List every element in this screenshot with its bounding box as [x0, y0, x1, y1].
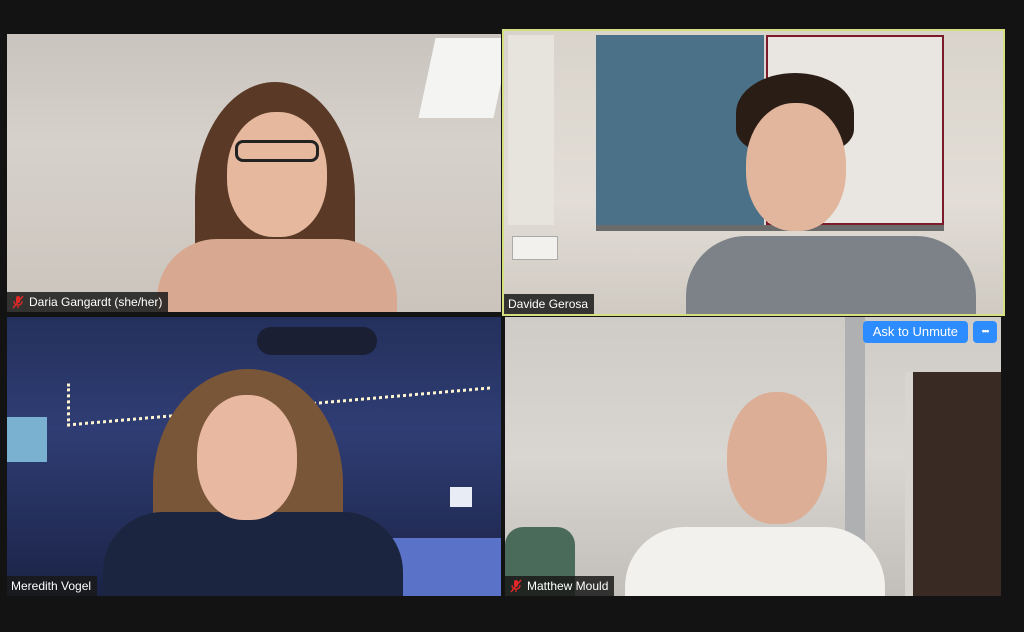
ellipsis-icon: •••: [981, 326, 990, 336]
participant-name-label: Matthew Mould: [505, 576, 615, 596]
lamp: [450, 487, 472, 507]
poster: [508, 35, 554, 225]
participant-name: Daria Gangardt (she/her): [29, 295, 163, 309]
participant-name: Meredith Vogel: [11, 579, 92, 593]
doorway: [905, 372, 1001, 596]
participant-name: Davide Gerosa: [508, 297, 589, 311]
window: [7, 417, 47, 462]
poster-rail: [596, 225, 944, 231]
more-options-button[interactable]: •••: [973, 321, 997, 343]
participant-name-label: Davide Gerosa: [504, 294, 595, 314]
wall-socket: [512, 236, 558, 260]
microphone-muted-icon: [509, 579, 523, 593]
video-grid: Daria Gangardt (she/her) Davide Gerosa M…: [0, 0, 1024, 632]
video-tile-meredith[interactable]: Meredith Vogel: [5, 315, 503, 598]
video-tile-matthew[interactable]: Ask to Unmute ••• Matthew Mould: [503, 315, 1003, 598]
participant-name: Matthew Mould: [527, 579, 609, 593]
microphone-muted-icon: [11, 295, 25, 309]
participant-name-label: Daria Gangardt (she/her): [7, 292, 169, 312]
ceiling-fan: [257, 327, 377, 355]
video-tile-daria[interactable]: Daria Gangardt (she/her): [5, 32, 503, 314]
ask-to-unmute-button[interactable]: Ask to Unmute: [862, 321, 968, 343]
video-tile-davide[interactable]: Davide Gerosa: [502, 29, 1005, 316]
participant-name-label: Meredith Vogel: [7, 576, 98, 596]
